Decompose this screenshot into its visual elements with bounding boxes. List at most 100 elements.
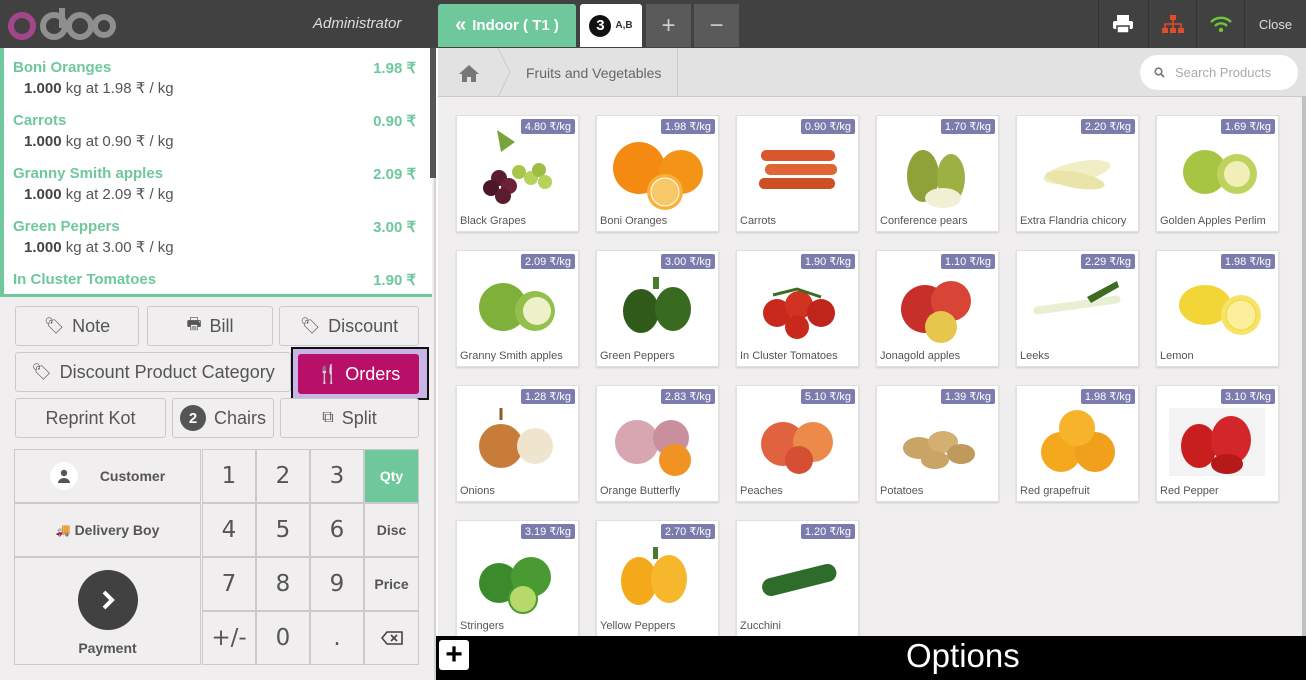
- product-name: Extra Flandria chicory: [1020, 215, 1127, 227]
- disc-mode-button[interactable]: Disc: [364, 503, 419, 557]
- disc-label: Disc: [376, 522, 407, 538]
- breadcrumb: Fruits and Vegetables Search Products: [438, 48, 1306, 97]
- printer-icon: 🖶: [186, 315, 202, 333]
- product-card[interactable]: 2.09 ₹/kg Granny Smith apples: [456, 250, 579, 367]
- order-tab-indoor[interactable]: « Indoor ( T1 ): [438, 4, 576, 47]
- order-line[interactable]: Granny Smith apples 2.09 ₹ 1.000 kg at 2.0…: [4, 154, 432, 207]
- product-card[interactable]: 3.19 ₹/kg Stringers: [456, 520, 579, 637]
- product-name: In Cluster Tomatoes: [740, 350, 838, 362]
- product-card[interactable]: 1.39 ₹/kg Potatoes: [876, 385, 999, 502]
- product-card[interactable]: 1.28 ₹/kg Onions: [456, 385, 579, 502]
- order-scrollbar[interactable]: [430, 48, 436, 178]
- product-card[interactable]: 0.90 ₹/kg Carrots: [736, 115, 859, 232]
- chairs-button[interactable]: 2 Chairs: [172, 398, 274, 438]
- network-button[interactable]: [1148, 0, 1196, 48]
- order-line[interactable]: Boni Oranges 1.98 ₹ 1.000 kg at 1.98 ₹ / k…: [4, 48, 432, 101]
- breadcrumb-category[interactable]: Fruits and Vegetables: [510, 48, 679, 97]
- seat-tab[interactable]: 3 A,B: [580, 4, 642, 47]
- discount-category-button[interactable]: 🏷 Discount Product Category: [15, 352, 291, 392]
- numpad-key[interactable]: 3: [310, 449, 364, 503]
- numpad-key[interactable]: 6: [310, 503, 364, 557]
- order-line-price: 1.98 ₹: [373, 60, 416, 77]
- order-line-price: 0.90 ₹: [373, 113, 416, 130]
- numpad-key-label: 1: [221, 463, 237, 489]
- customer-label: Customer: [99, 468, 166, 484]
- customer-button[interactable]: Customer: [14, 449, 201, 503]
- order-line-unit: kg at 1.98 ₹ / kg: [61, 80, 174, 97]
- note-button[interactable]: 🏷 Note: [15, 306, 139, 346]
- order-line[interactable]: Green Peppers 3.00 ₹ 1.000 kg at 3.00 ₹ / …: [4, 207, 432, 260]
- product-card[interactable]: 5.10 ₹/kg Peaches: [736, 385, 859, 502]
- wifi-icon: [1209, 16, 1232, 33]
- search-placeholder: Search Products: [1175, 65, 1272, 80]
- price-mode-button[interactable]: Price: [364, 557, 419, 611]
- numpad-key[interactable]: +/-: [202, 611, 256, 665]
- product-card[interactable]: 1.70 ₹/kg Conference pears: [876, 115, 999, 232]
- order-line-unit: kg at 3.00 ₹ / kg: [61, 239, 174, 256]
- user-name: Administrator: [313, 15, 402, 32]
- product-name: Green Peppers: [600, 350, 675, 362]
- options-label[interactable]: Options: [906, 636, 1020, 676]
- product-price: 2.29 ₹/kg: [1080, 254, 1135, 269]
- numpad-key[interactable]: 7: [202, 557, 256, 611]
- product-card[interactable]: 1.98 ₹/kg Red grapefruit: [1016, 385, 1139, 502]
- add-option-button[interactable]: +: [439, 640, 469, 670]
- product-card[interactable]: 2.70 ₹/kg Yellow Peppers: [596, 520, 719, 637]
- product-card[interactable]: 1.20 ₹/kg Zucchini: [736, 520, 859, 637]
- search-input[interactable]: Search Products: [1140, 55, 1298, 90]
- reprint-kot-button[interactable]: Reprint Kot: [15, 398, 166, 438]
- product-card[interactable]: 1.69 ₹/kg Golden Apples Perlim: [1156, 115, 1279, 232]
- numpad-key[interactable]: 4: [202, 503, 256, 557]
- numpad-key[interactable]: 0: [256, 611, 310, 665]
- discount-label: Discount: [328, 315, 399, 336]
- backspace-button[interactable]: [364, 611, 419, 665]
- orders-button[interactable]: 🍴 Orders: [298, 354, 419, 394]
- product-card[interactable]: 1.98 ₹/kg Lemon: [1156, 250, 1279, 367]
- numpad-key[interactable]: .: [310, 611, 364, 665]
- remove-order-button[interactable]: −: [694, 4, 739, 47]
- payment-button[interactable]: Payment: [14, 557, 201, 665]
- bill-button[interactable]: 🖶 Bill: [147, 306, 273, 346]
- order-line-unit: kg at 2.09 ₹ / kg: [61, 186, 174, 203]
- qty-mode-button[interactable]: Qty: [364, 449, 419, 503]
- product-card[interactable]: 4.80 ₹/kg Black Grapes: [456, 115, 579, 232]
- product-name: Zucchini: [740, 620, 781, 632]
- seats-badge: 3: [589, 14, 612, 37]
- product-price: 1.90 ₹/kg: [800, 254, 855, 269]
- product-card[interactable]: 1.10 ₹/kg Jonagold apples: [876, 250, 999, 367]
- numpad-key[interactable]: 2: [256, 449, 310, 503]
- split-button[interactable]: ⧉ Split: [280, 398, 419, 438]
- product-card[interactable]: 1.90 ₹/kg In Cluster Tomatoes: [736, 250, 859, 367]
- product-scrollbar[interactable]: [1302, 96, 1306, 636]
- numpad-key[interactable]: 9: [310, 557, 364, 611]
- wifi-status[interactable]: [1196, 0, 1244, 48]
- product-card[interactable]: 2.83 ₹/kg Orange Butterfly: [596, 385, 719, 502]
- order-line[interactable]: In Cluster Tomatoes 1.90 ₹: [4, 260, 432, 294]
- product-card[interactable]: 1.98 ₹/kg Boni Oranges: [596, 115, 719, 232]
- discount-button[interactable]: 🏷 Discount: [279, 306, 419, 346]
- product-card[interactable]: 3.10 ₹/kg Red Pepper: [1156, 385, 1279, 502]
- product-price: 1.10 ₹/kg: [940, 254, 995, 269]
- order-line[interactable]: Carrots 0.90 ₹ 1.000 kg at 0.90 ₹ / kg: [4, 101, 432, 154]
- numpad-key[interactable]: 1: [202, 449, 256, 503]
- numpad-key[interactable]: 8: [256, 557, 310, 611]
- plus-icon: +: [445, 638, 463, 671]
- product-card[interactable]: 2.20 ₹/kg Extra Flandria chicory: [1016, 115, 1139, 232]
- close-button[interactable]: Close: [1244, 0, 1306, 48]
- bill-label: Bill: [209, 315, 234, 336]
- print-button[interactable]: [1098, 0, 1146, 48]
- numpad-key-label: 6: [329, 517, 345, 543]
- order-lines: Boni Oranges 1.98 ₹ 1.000 kg at 1.98 ₹ / k…: [0, 48, 432, 297]
- split-label: Split: [341, 407, 377, 428]
- order-line-name: In Cluster Tomatoes: [13, 271, 157, 288]
- add-order-button[interactable]: +: [646, 4, 691, 47]
- top-bar: Administrator « Indoor ( T1 ) 3 A,B + − …: [0, 0, 1306, 48]
- product-price: 1.28 ₹/kg: [520, 389, 575, 404]
- home-button[interactable]: [438, 48, 500, 97]
- product-card[interactable]: 2.29 ₹/kg Leeks: [1016, 250, 1139, 367]
- plus-icon: +: [661, 11, 676, 39]
- product-card[interactable]: 3.00 ₹/kg Green Peppers: [596, 250, 719, 367]
- delivery-boy-button[interactable]: 🚚 Delivery Boy: [14, 503, 201, 557]
- sitemap-icon: [1161, 15, 1184, 33]
- numpad-key[interactable]: 5: [256, 503, 310, 557]
